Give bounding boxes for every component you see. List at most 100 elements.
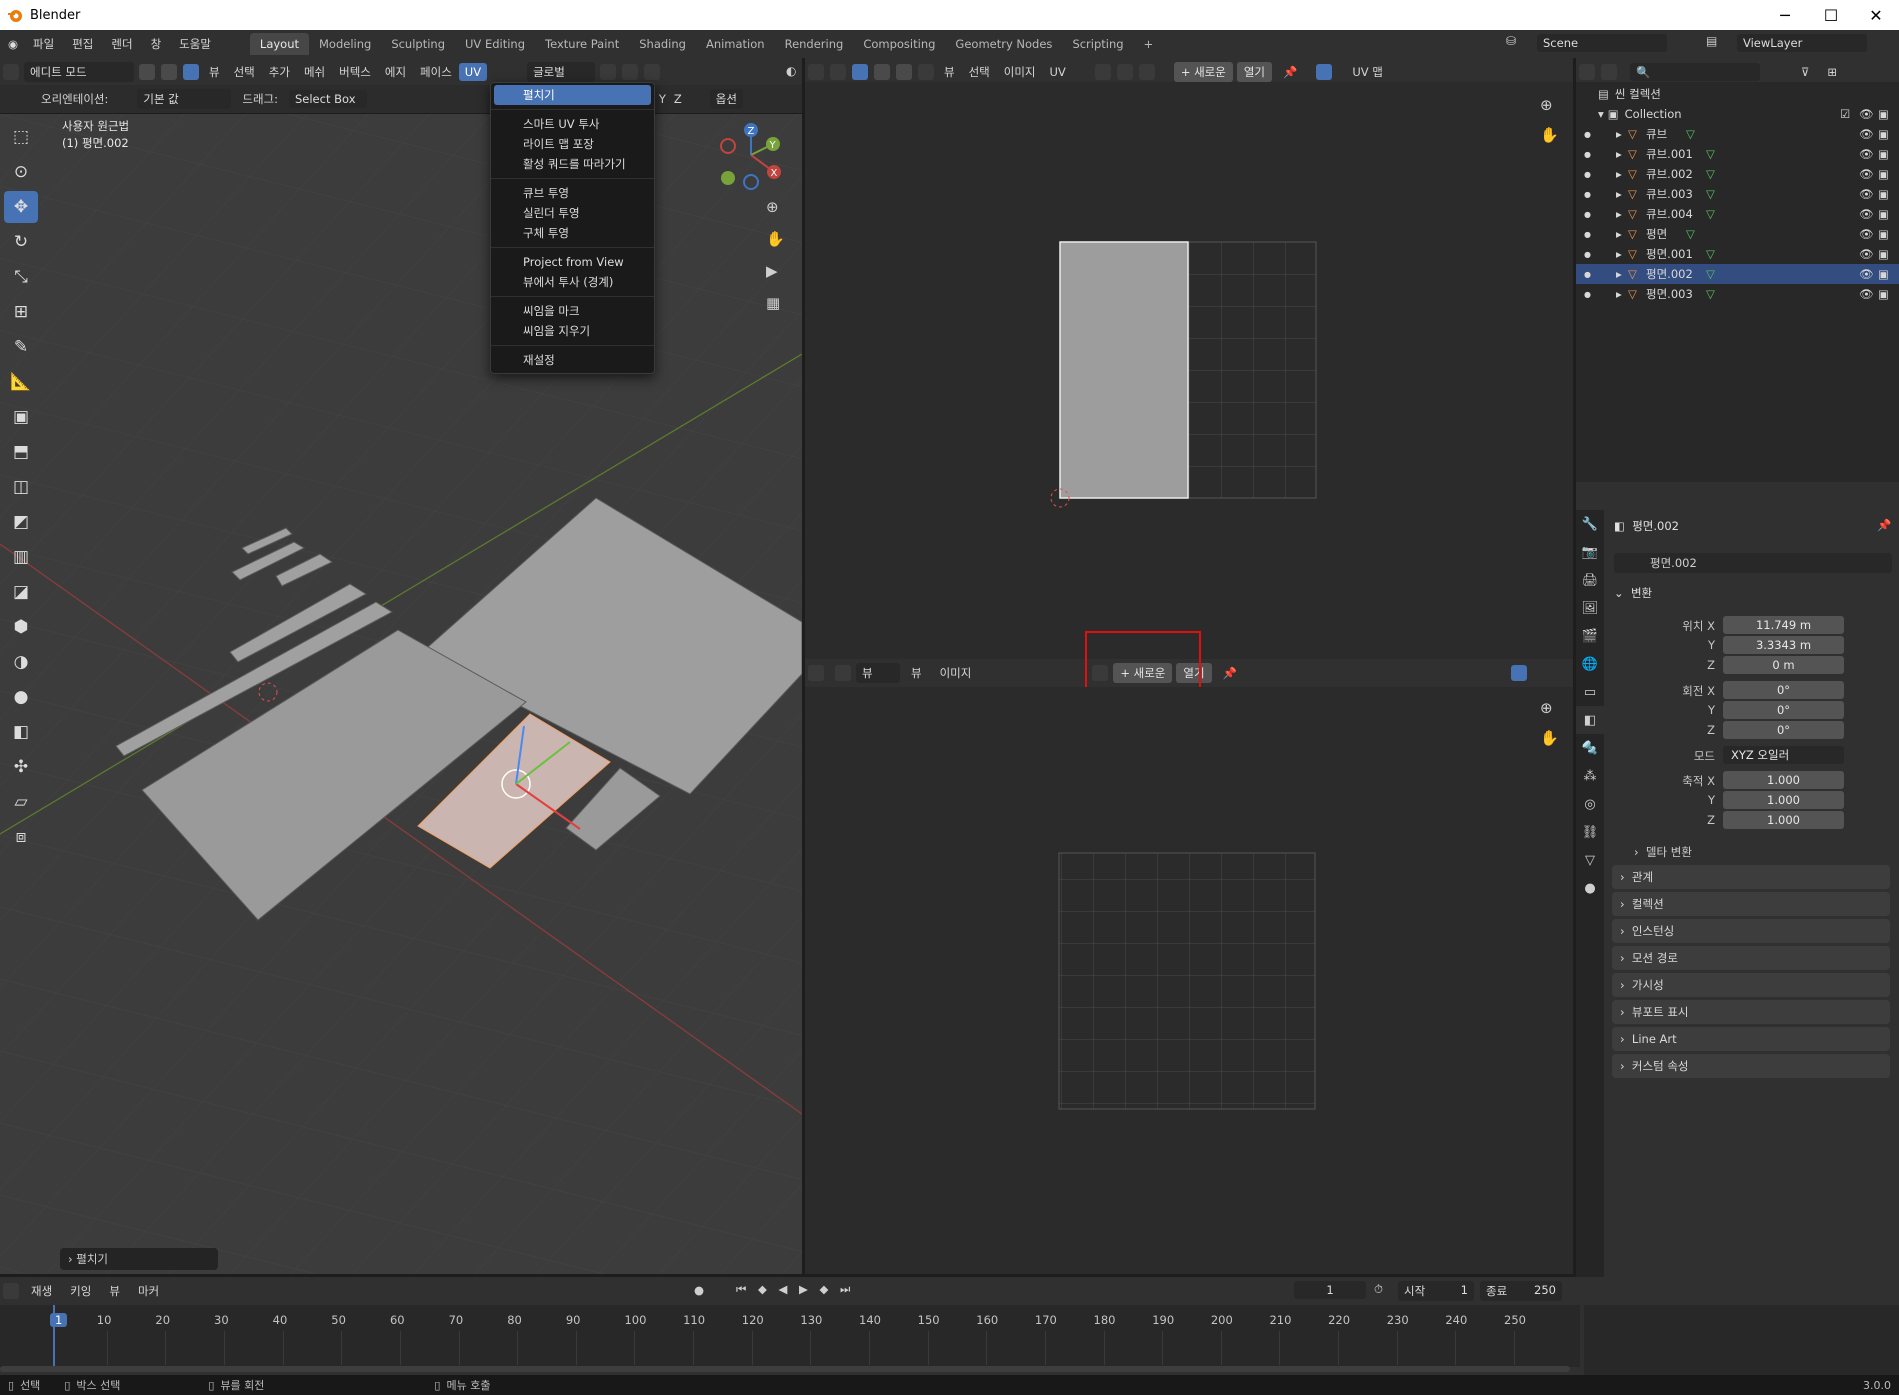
workspace-tab-rendering[interactable]: Rendering [775, 33, 854, 55]
camera-icon[interactable]: ▣ [1878, 187, 1889, 201]
outliner-object-row[interactable]: ● ▸ ▽ 평면.002 ▽ 👁 ▣ [1576, 264, 1899, 284]
eye-icon[interactable]: 👁 [1859, 287, 1874, 301]
display-mode-icon[interactable] [1601, 64, 1617, 80]
chevron-down-icon[interactable]: ▾ [1598, 107, 1604, 121]
workspace-tab-uv-editing[interactable]: UV Editing [455, 33, 535, 55]
chevron-right-icon[interactable]: ▸ [1616, 187, 1622, 201]
outliner-object-row[interactable]: ● ▸ ▽ 큐브.004 ▽ 👁 ▣ [1576, 204, 1899, 224]
maximize-button[interactable]: ☐ [1808, 0, 1854, 30]
outliner-object-row[interactable]: ● ▸ ▽ 큐브 ▽ 👁 ▣ [1576, 124, 1899, 144]
pivot-icon[interactable] [600, 64, 617, 80]
menu-item-cylinder-projection[interactable]: 실린더 투영 [491, 203, 654, 223]
zoom-icon[interactable]: ⊕ [1540, 699, 1553, 717]
record-icon[interactable]: ● [694, 1283, 704, 1297]
chevron-right-icon[interactable]: ▸ [1616, 227, 1622, 241]
knife-tool-icon[interactable]: ◪ [4, 576, 38, 608]
proportional-edit-icon[interactable] [1138, 64, 1155, 80]
workspace-tab-compositing[interactable]: Compositing [853, 33, 945, 55]
add-workspace-button[interactable]: + [1134, 33, 1164, 55]
vertex-select-icon[interactable] [139, 64, 155, 80]
chevron-right-icon[interactable]: ▸ [1616, 267, 1622, 281]
pin-icon[interactable]: 📌 [1214, 666, 1246, 680]
shear-tool-icon[interactable]: ▱ [4, 786, 38, 818]
viewport-shading-icon[interactable]: ◐ [786, 64, 796, 78]
snap-icon[interactable] [622, 64, 639, 80]
editor-type-icon[interactable] [808, 665, 824, 681]
view-layer-selector[interactable]: ViewLayer [1737, 34, 1867, 52]
eye-icon[interactable]: 👁 [1859, 167, 1874, 181]
checkbox-icon[interactable]: ☑ [1840, 107, 1850, 121]
view-layer-icon[interactable]: ▤ [1706, 34, 1717, 48]
menu-window[interactable]: 창 [142, 36, 171, 52]
editor-type-icon[interactable] [1579, 64, 1595, 80]
scale-y-field[interactable]: 1.000 [1723, 791, 1844, 809]
camera-icon[interactable]: ▣ [1878, 227, 1889, 241]
menu-edit[interactable]: 편집 [63, 36, 102, 52]
uv-face-select-icon[interactable] [896, 64, 912, 80]
new-image-button[interactable]: + 새로운 [1173, 62, 1233, 82]
camera-icon[interactable]: ▶ [766, 262, 778, 280]
face-select-icon[interactable] [183, 64, 199, 80]
workspace-tab-layout[interactable]: Layout [249, 33, 309, 55]
properties-subpanel[interactable]: › 커스텀 속성 [1612, 1054, 1890, 1078]
transform-orientation-dropdown[interactable]: 글로벌 [527, 62, 596, 82]
mirror-z-toggle[interactable]: Z [670, 92, 686, 106]
overlay-icon[interactable] [1316, 64, 1333, 80]
smooth-tool-icon[interactable]: ● [4, 681, 38, 713]
sync-selection-icon[interactable] [830, 64, 846, 80]
properties-subpanel[interactable]: › 관계 [1612, 865, 1890, 889]
last-operator-panel[interactable]: › 펼치기 [60, 1248, 218, 1270]
rotation-x-field[interactable]: 0° [1723, 681, 1844, 699]
menu-mesh[interactable]: 메쉬 [297, 64, 332, 80]
location-y-field[interactable]: 3.3343 m [1723, 636, 1844, 654]
rotate-tool-icon[interactable]: ↻ [4, 226, 38, 258]
open-image-button[interactable]: 열기 [1236, 62, 1273, 82]
timeline-menu-view[interactable]: 뷰 [100, 1283, 129, 1299]
rotation-z-field[interactable]: 0° [1723, 721, 1844, 739]
menu-item-smart-uv-project[interactable]: 스마트 UV 투사 [491, 114, 654, 134]
uv-editor-top[interactable]: ⊕ ✋ [805, 82, 1573, 660]
perspective-grid-icon[interactable]: ▦ [766, 294, 780, 312]
timeline-scrollbar[interactable] [0, 1366, 1570, 1372]
filter-icon[interactable]: ⊽ [1792, 65, 1818, 79]
sticky-select-icon[interactable] [918, 64, 934, 80]
outliner-object-row[interactable]: ● ▸ ▽ 큐브.003 ▽ 👁 ▣ [1576, 184, 1899, 204]
pivot-icon[interactable] [1094, 64, 1111, 80]
eye-icon[interactable]: 👁 [1859, 207, 1874, 221]
new-collection-icon[interactable]: ⊞ [1818, 65, 1846, 79]
workspace-tab-shading[interactable]: Shading [629, 33, 696, 55]
image-menu-view[interactable]: 뷰 [902, 665, 931, 681]
rotation-y-field[interactable]: 0° [1723, 701, 1844, 719]
workspace-tab-texture-paint[interactable]: Texture Paint [535, 33, 629, 55]
bevel-tool-icon[interactable]: ◩ [4, 506, 38, 538]
chevron-right-icon[interactable]: ▸ [1616, 147, 1622, 161]
stopwatch-icon[interactable]: ⏱ [1374, 1282, 1383, 1297]
collection-row[interactable]: ▾ ▣ Collection ☑ 👁 ▣ [1576, 104, 1899, 124]
camera-icon[interactable]: ▣ [1878, 247, 1889, 261]
start-frame-field[interactable]: 시작 1 [1398, 1281, 1474, 1301]
properties-subpanel[interactable]: › 인스턴싱 [1612, 919, 1890, 943]
object-name-field[interactable]: 평면.002 [1614, 553, 1892, 573]
eye-icon[interactable]: 👁 [1859, 267, 1874, 281]
spin-tool-icon[interactable]: ◑ [4, 646, 38, 678]
render-tab-icon[interactable]: 📷 [1576, 538, 1604, 566]
playback-controls[interactable]: ⏮ ◆ ◀ ▶ ◆ ⏭ [736, 1282, 854, 1297]
editor-type-icon[interactable] [808, 64, 824, 80]
measure-tool-icon[interactable]: 📐 [4, 366, 38, 398]
uv-map-selector[interactable]: UV 맵 [1343, 64, 1392, 80]
properties-subpanel[interactable]: › 컬렉션 [1612, 892, 1890, 916]
editor-type-icon[interactable] [3, 64, 19, 80]
edge-slide-tool-icon[interactable]: ◧ [4, 716, 38, 748]
properties-subpanel[interactable]: › Line Art [1612, 1027, 1890, 1051]
menu-add[interactable]: 추가 [262, 64, 297, 80]
scene-icon[interactable]: ⛁ [1506, 34, 1516, 48]
shrink-fatten-tool-icon[interactable]: ✣ [4, 751, 38, 783]
menu-render[interactable]: 렌더 [102, 36, 141, 52]
mode-dropdown[interactable]: 에디트 모드 [24, 62, 134, 82]
navigation-gizmo[interactable]: Z Y X [712, 118, 786, 192]
eye-icon[interactable]: 👁 [1859, 127, 1874, 141]
add-cube-tool-icon[interactable]: ▣ [4, 401, 38, 433]
menu-item-reset[interactable]: 재설정 [491, 350, 654, 370]
rip-region-tool-icon[interactable]: ⧈ [4, 821, 38, 853]
playhead[interactable] [53, 1305, 55, 1367]
